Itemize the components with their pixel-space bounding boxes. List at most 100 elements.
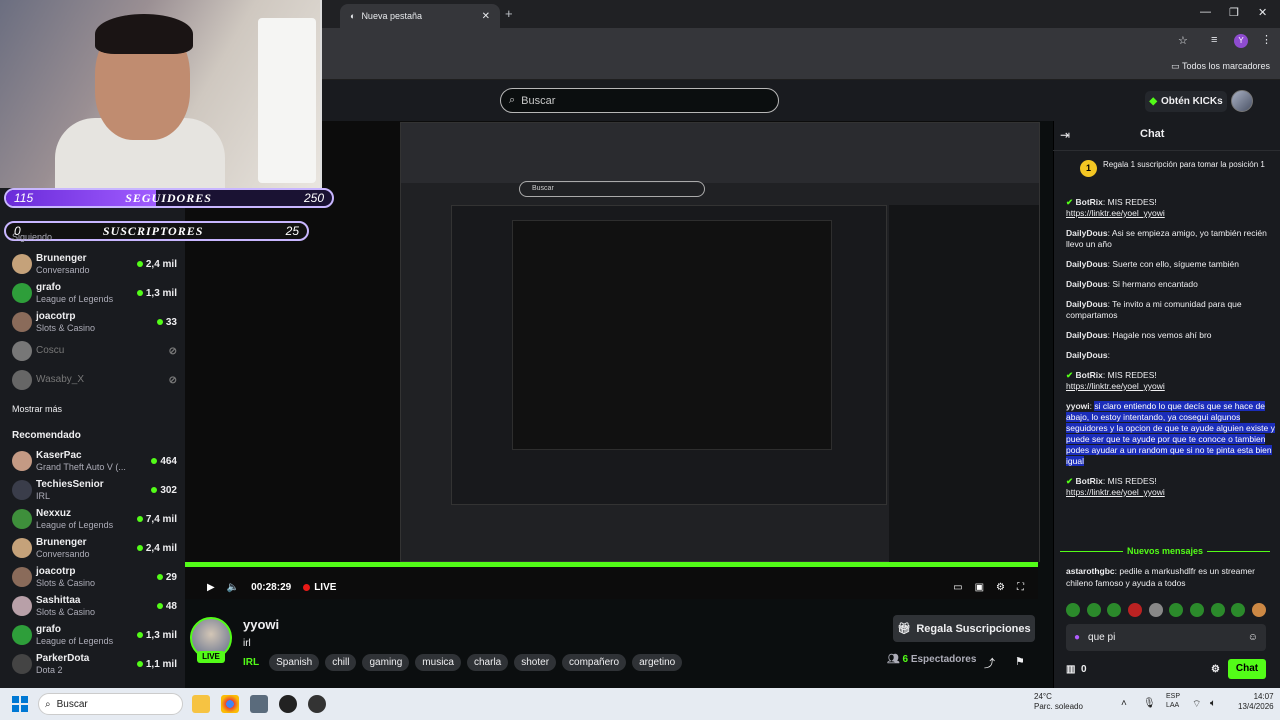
microphone-icon[interactable]: 🎙︎ <box>1143 698 1156 709</box>
chat-username[interactable]: DailyDous <box>1066 299 1108 309</box>
new-tab-button[interactable]: + <box>505 6 513 21</box>
theater-icon[interactable]: ▣ <box>975 582 984 593</box>
kicks-wallet-icon[interactable]: ▥ <box>1066 664 1075 675</box>
user-avatar[interactable] <box>1231 90 1253 112</box>
speaker-icon[interactable]: 🔈︎ <box>1210 698 1216 709</box>
emote-icon[interactable] <box>1169 603 1184 617</box>
chat-username[interactable]: DailyDous <box>1066 279 1108 289</box>
menu-dots-icon[interactable]: ⋮ <box>1261 33 1272 46</box>
stream-tag[interactable]: musica <box>415 654 461 671</box>
mic-icon[interactable]: ● <box>1074 632 1080 643</box>
emote-icon[interactable] <box>1251 603 1266 617</box>
chat-input[interactable]: ● que pi ☺ <box>1066 624 1266 651</box>
recommended-channel[interactable]: ParkerDota Dota 2 1,1 mil <box>12 651 177 677</box>
stream-tag[interactable]: charla <box>466 654 509 671</box>
maximize-icon[interactable]: ❐ <box>1229 6 1239 19</box>
language-indicator[interactable]: ESP LAA <box>1166 692 1180 710</box>
stream-tag[interactable]: chill <box>325 654 357 671</box>
emote-icon[interactable] <box>1231 603 1246 617</box>
chat-link[interactable]: https://linktr.ee/yoel_yyowi <box>1066 487 1165 497</box>
volume-icon[interactable]: 🔈 <box>227 582 239 593</box>
stream-category[interactable]: IRL <box>243 657 259 668</box>
settings-app-icon[interactable] <box>250 695 268 713</box>
chat-username[interactable]: DailyDous <box>1066 259 1108 269</box>
taskbar-search[interactable]: ⌕ Buscar <box>38 693 183 715</box>
play-icon[interactable]: ▶ <box>207 582 215 593</box>
wifi-icon[interactable]: ⌔ <box>1192 698 1201 711</box>
stream-tag[interactable]: shoter <box>514 654 557 671</box>
chat-username[interactable]: DailyDous <box>1066 228 1108 238</box>
chrome-icon[interactable] <box>221 695 239 713</box>
recommended-channel[interactable]: Brunenger Conversando 2,4 mil <box>12 535 177 561</box>
app-icon[interactable] <box>308 695 326 713</box>
star-icon[interactable]: ☆ <box>1178 34 1188 47</box>
weather-widget[interactable]: 24°C Parc. soleado <box>1034 692 1083 712</box>
chat-username[interactable]: BotRix <box>1075 476 1102 486</box>
chat-username[interactable]: yyowi <box>1066 401 1090 411</box>
settings-icon[interactable]: ⚙ <box>996 582 1005 593</box>
chat-settings-icon[interactable]: ⚙ <box>1211 664 1220 675</box>
sidebar-channel[interactable]: joacotrp Slots & Casino 33 <box>12 309 177 335</box>
chat-username[interactable]: BotRix <box>1075 197 1102 207</box>
chat-link[interactable]: https://linktr.ee/yoel_yyowi <box>1066 208 1165 218</box>
get-kicks-button[interactable]: ◆ Obtén KICKs <box>1145 91 1227 112</box>
streamer-name[interactable]: yyowi <box>243 617 279 632</box>
profile-avatar[interactable]: Y <box>1234 34 1248 48</box>
report-icon[interactable]: ⚑ <box>1015 655 1025 668</box>
emote-icon[interactable] <box>1148 603 1163 617</box>
media-icon[interactable]: ≡ <box>1211 34 1217 46</box>
chat-link[interactable]: https://linktr.ee/yoel_yyowi <box>1066 381 1165 391</box>
emote-icon[interactable] <box>1127 603 1142 617</box>
collapse-chat-icon[interactable]: ⇥ <box>1060 128 1070 142</box>
obs-icon[interactable] <box>279 695 297 713</box>
browser-tab[interactable]: ◐ Nueva pestaña ✕ <box>340 4 500 28</box>
player-progress-bar[interactable] <box>185 562 1038 567</box>
gift-leaderboard[interactable]: 1 Regala 1 suscripción para tomar la pos… <box>1080 160 1270 190</box>
emote-icon[interactable] <box>1066 603 1080 617</box>
send-chat-button[interactable]: Chat <box>1228 659 1266 679</box>
windows-start-icon[interactable] <box>12 696 28 712</box>
stream-tag[interactable]: gaming <box>362 654 410 671</box>
emote-icon[interactable] <box>1107 603 1122 617</box>
channel-category: Grand Theft Auto V (... <box>36 461 126 472</box>
share-icon[interactable]: ⤴ <box>984 655 995 671</box>
minimize-icon[interactable]: — <box>1200 6 1211 18</box>
tray-chevron-icon[interactable]: ˄ <box>1121 698 1127 709</box>
recommended-channel[interactable]: Nexxuz League of Legends 7,4 mil <box>12 506 177 532</box>
search-input[interactable]: ⌕ Buscar <box>500 88 779 113</box>
emote-icon[interactable] <box>1189 603 1204 617</box>
recommended-channel[interactable]: KaserPac Grand Theft Auto V (... 464 <box>12 448 177 474</box>
followers-goal-label: SEGUIDORES <box>125 190 212 205</box>
chat-username[interactable]: DailyDous <box>1066 350 1108 360</box>
sidebar-channel[interactable]: Brunenger Conversando 2,4 mil <box>12 251 177 277</box>
webcam-person-hair <box>95 14 193 54</box>
close-window-icon[interactable]: ✕ <box>1258 6 1267 19</box>
player-time: 00:28:29 <box>251 581 292 593</box>
emote-icon[interactable] <box>1210 603 1225 617</box>
fullscreen-icon[interactable]: ⛶ <box>1017 582 1024 593</box>
sidebar-channel[interactable]: Wasaby_X ⊘ <box>12 367 177 393</box>
clock[interactable]: 14:07 13/4/2026 <box>1238 692 1274 712</box>
file-explorer-icon[interactable] <box>192 695 210 713</box>
gift-subs-button[interactable]: 🎁︎ Regala Suscripciones <box>893 615 1035 642</box>
emote-icon[interactable] <box>1086 603 1101 617</box>
sidebar-channel[interactable]: grafo League of Legends 1,3 mil <box>12 280 177 306</box>
chat-username[interactable]: DailyDous <box>1066 330 1108 340</box>
stream-tag[interactable]: argetino <box>632 654 683 671</box>
stream-tag[interactable]: Spanish <box>269 654 320 671</box>
recommended-channel[interactable]: joacotrp Slots & Casino 29 <box>12 564 177 590</box>
clip-icon[interactable]: ▭ <box>953 582 962 593</box>
recommended-channel[interactable]: grafo League of Legends 1,3 mil <box>12 622 177 648</box>
chat-username[interactable]: astarothgbc <box>1066 566 1115 576</box>
all-bookmarks-link[interactable]: ▭ Todos los marcadores <box>1171 61 1270 72</box>
show-more-link[interactable]: Mostrar más <box>12 404 62 414</box>
sidebar-channel[interactable]: Coscu ⊘ <box>12 338 177 364</box>
chat-username[interactable]: BotRix <box>1075 370 1102 380</box>
lang-line2: LAA <box>1166 702 1180 709</box>
stream-tag[interactable]: compañero <box>562 654 627 671</box>
recommended-channel[interactable]: TechiesSenior IRL 302 <box>12 477 177 503</box>
close-tab-icon[interactable]: ✕ <box>482 11 490 22</box>
recommended-channel[interactable]: Sashittaa Slots & Casino 48 <box>12 593 177 619</box>
new-messages-divider[interactable]: Nuevos mensajes <box>1060 545 1271 557</box>
emoji-icon[interactable]: ☺ <box>1248 632 1258 643</box>
